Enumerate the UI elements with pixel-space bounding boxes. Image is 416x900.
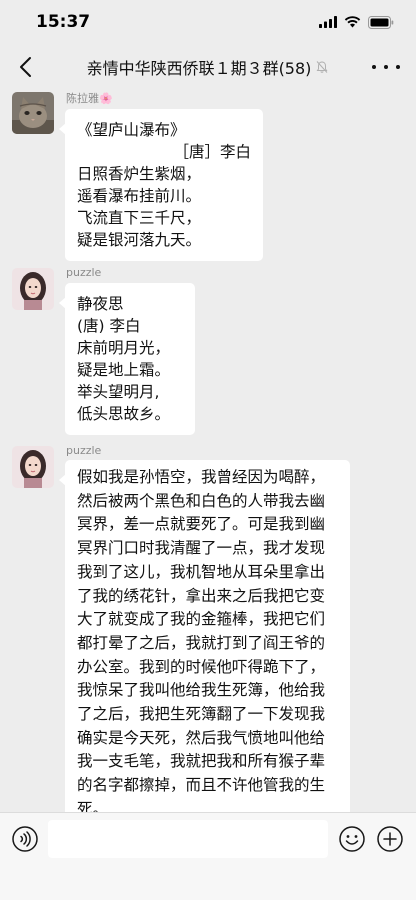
signal-icon: [319, 16, 337, 28]
message-line: 日照香炉生紫烟，: [77, 165, 202, 183]
more-button[interactable]: [372, 54, 400, 80]
avatar-girl[interactable]: [12, 268, 54, 310]
status-bar: 15:37: [0, 0, 416, 44]
battery-icon: [368, 15, 394, 29]
message-line: 静夜思: [77, 295, 124, 313]
more-icon-dot: [396, 65, 400, 69]
avatar-girl[interactable]: [12, 446, 54, 488]
message-line: 低头思故乡。: [77, 405, 171, 423]
more-icon-dot: [384, 65, 388, 69]
message-item: puzzle 静夜思 (唐) 李白 床前明月光， 疑是地上霜。 举头望明月, 低…: [12, 266, 412, 435]
chevron-left-icon[interactable]: [14, 54, 40, 80]
message-line: 床前明月光，: [77, 339, 171, 357]
message-line: ［唐］李白: [173, 143, 251, 161]
message-line: 遥看瀑布挂前川。: [77, 187, 202, 205]
sender-name: puzzle: [66, 444, 102, 457]
message-line: 疑是银河落九天。: [77, 231, 202, 249]
message-item: 陈拉雅🌸 《望庐山瀑布》 ［唐］李白 日照香炉生紫烟， 遥看瀑布挂前川。 飞流直…: [12, 92, 412, 261]
more-icon-dot: [372, 65, 376, 69]
status-time: 15:37: [36, 12, 91, 32]
message-line: 举头望明月,: [77, 383, 160, 401]
sender-name: puzzle: [66, 266, 102, 279]
chat-title: 亲情中华陕西侨联１期３群(58): [87, 55, 330, 79]
message-input[interactable]: [48, 820, 328, 858]
message-line: 疑是地上霜。: [77, 361, 171, 379]
message-line: 飞流直下三千尺，: [77, 209, 202, 227]
message-bubble[interactable]: 《望庐山瀑布》 ［唐］李白 日照香炉生紫烟， 遥看瀑布挂前川。 飞流直下三千尺，…: [59, 109, 263, 261]
message-bubble[interactable]: 假如我是孙悟空，我曾经因为喝醉，然后被两个黑色和白色的人带我去幽冥界，差一点就要…: [59, 460, 350, 812]
emoji-icon[interactable]: [338, 825, 366, 853]
message-bubble[interactable]: 静夜思 (唐) 李白 床前明月光， 疑是地上霜。 举头望明月, 低头思故乡。: [59, 283, 195, 435]
sender-name: 陈拉雅🌸: [66, 92, 113, 105]
mute-bell-icon: [316, 61, 328, 73]
status-icons: [319, 15, 394, 29]
chat-title-text: 亲情中华陕西侨联１期３群(58): [86, 59, 312, 78]
message-item: puzzle 假如我是孙悟空，我曾经因为喝醉，然后被两个黑色和白色的人带我去幽冥…: [12, 444, 412, 812]
avatar-cat[interactable]: [12, 92, 54, 134]
message-line: (唐) 李白: [77, 317, 141, 335]
message-list[interactable]: 陈拉雅🌸 《望庐山瀑布》 ［唐］李白 日照香炉生紫烟， 遥看瀑布挂前川。 飞流直…: [0, 90, 416, 812]
voice-icon[interactable]: [11, 825, 39, 853]
input-bar: [0, 812, 416, 900]
message-line: 《望庐山瀑布》: [77, 121, 186, 139]
chat-header: 亲情中华陕西侨联１期３群(58): [0, 44, 416, 90]
add-icon[interactable]: [376, 825, 404, 853]
wifi-icon: [344, 16, 361, 28]
